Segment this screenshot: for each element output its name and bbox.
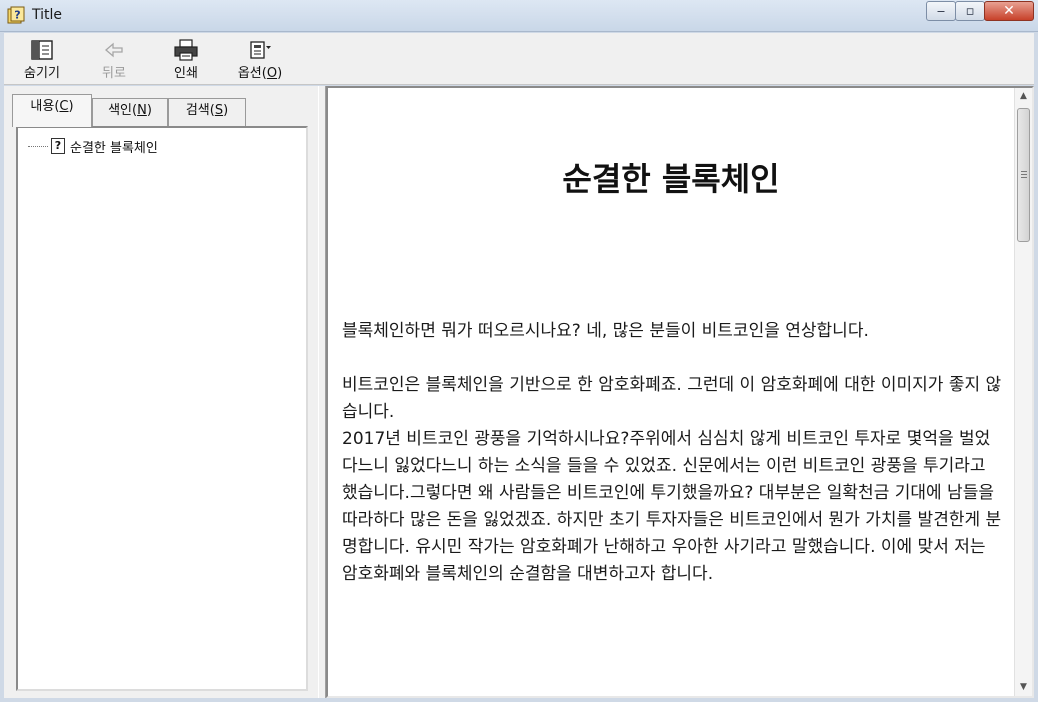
maximize-button[interactable]: ▫	[955, 1, 985, 21]
tab-search[interactable]: 검색(S)	[168, 98, 246, 126]
main-area: 내용(C) 색인(N) 검색(S) ? 순결한 블록체인 순결한 블록체인 블록…	[4, 86, 1034, 698]
contents-tree[interactable]: ? 순결한 블록체인	[16, 126, 308, 691]
topic-body: 블록체인하면 뭐가 떠오르시나요? 네, 많은 분들이 비트코인을 연상합니다.…	[342, 318, 1002, 588]
tab-contents[interactable]: 내용(C)	[12, 94, 92, 127]
hide-label: 숨기기	[24, 66, 60, 81]
print-label: 인쇄	[174, 66, 198, 81]
toolbar: 숨기기 뒤로 인쇄 옵션(O)	[4, 33, 1034, 85]
options-icon	[250, 41, 271, 59]
paragraph: 블록체인하면 뭐가 떠오르시나요? 네, 많은 분들이 비트코인을 연상합니다.	[342, 321, 869, 341]
hide-button[interactable]: 숨기기	[14, 35, 70, 83]
tree-item[interactable]: ? 순결한 블록체인	[28, 136, 158, 156]
scrollbar-thumb[interactable]	[1017, 108, 1030, 242]
scroll-up-arrow-icon[interactable]: ▲	[1015, 88, 1032, 105]
topic-content-pane: 순결한 블록체인 블록체인하면 뭐가 떠오르시나요? 네, 많은 분들이 비트코…	[326, 86, 1034, 698]
back-arrow-icon	[105, 42, 123, 58]
grip-icon	[1021, 171, 1027, 178]
options-label: 옵션(O)	[237, 66, 283, 81]
back-label: 뒤로	[102, 66, 126, 81]
print-button[interactable]: 인쇄	[164, 35, 208, 83]
back-button[interactable]: 뒤로	[90, 35, 138, 83]
minimize-icon: ‒	[936, 4, 946, 19]
topic-title: 순결한 블록체인	[562, 160, 780, 198]
close-button[interactable]: ✕	[984, 1, 1034, 21]
hide-pane-icon	[31, 40, 53, 60]
options-button[interactable]: 옵션(O)	[228, 35, 292, 83]
close-icon: ✕	[1003, 3, 1015, 19]
minimize-button[interactable]: ‒	[926, 1, 956, 21]
printer-icon	[174, 39, 198, 61]
title-bar[interactable]: ? Title ‒ ▫ ✕	[0, 0, 1038, 32]
paragraph: 비트코인은 블록체인을 기반으로 한 암호화폐죠. 그런데 이 암호화폐에 대한…	[342, 375, 1002, 422]
maximize-icon: ▫	[965, 4, 975, 19]
tree-item-label: 순결한 블록체인	[70, 140, 158, 156]
vertical-scrollbar[interactable]: ▲ ▼	[1014, 88, 1032, 696]
tree-connector	[28, 145, 48, 147]
navigation-pane: 내용(C) 색인(N) 검색(S) ? 순결한 블록체인	[4, 86, 318, 698]
tab-index[interactable]: 색인(N)	[92, 98, 168, 126]
paragraph: 2017년 비트코인 광풍을 기억하시나요?주위에서 심심치 않게 비트코인 투…	[342, 429, 1002, 584]
help-topic-icon: ?	[51, 138, 65, 154]
help-book-icon: ?	[7, 6, 25, 24]
scroll-down-arrow-icon[interactable]: ▼	[1015, 679, 1032, 696]
svg-text:?: ?	[14, 9, 20, 22]
pane-splitter[interactable]	[318, 86, 326, 698]
window-title: Title	[32, 7, 63, 23]
